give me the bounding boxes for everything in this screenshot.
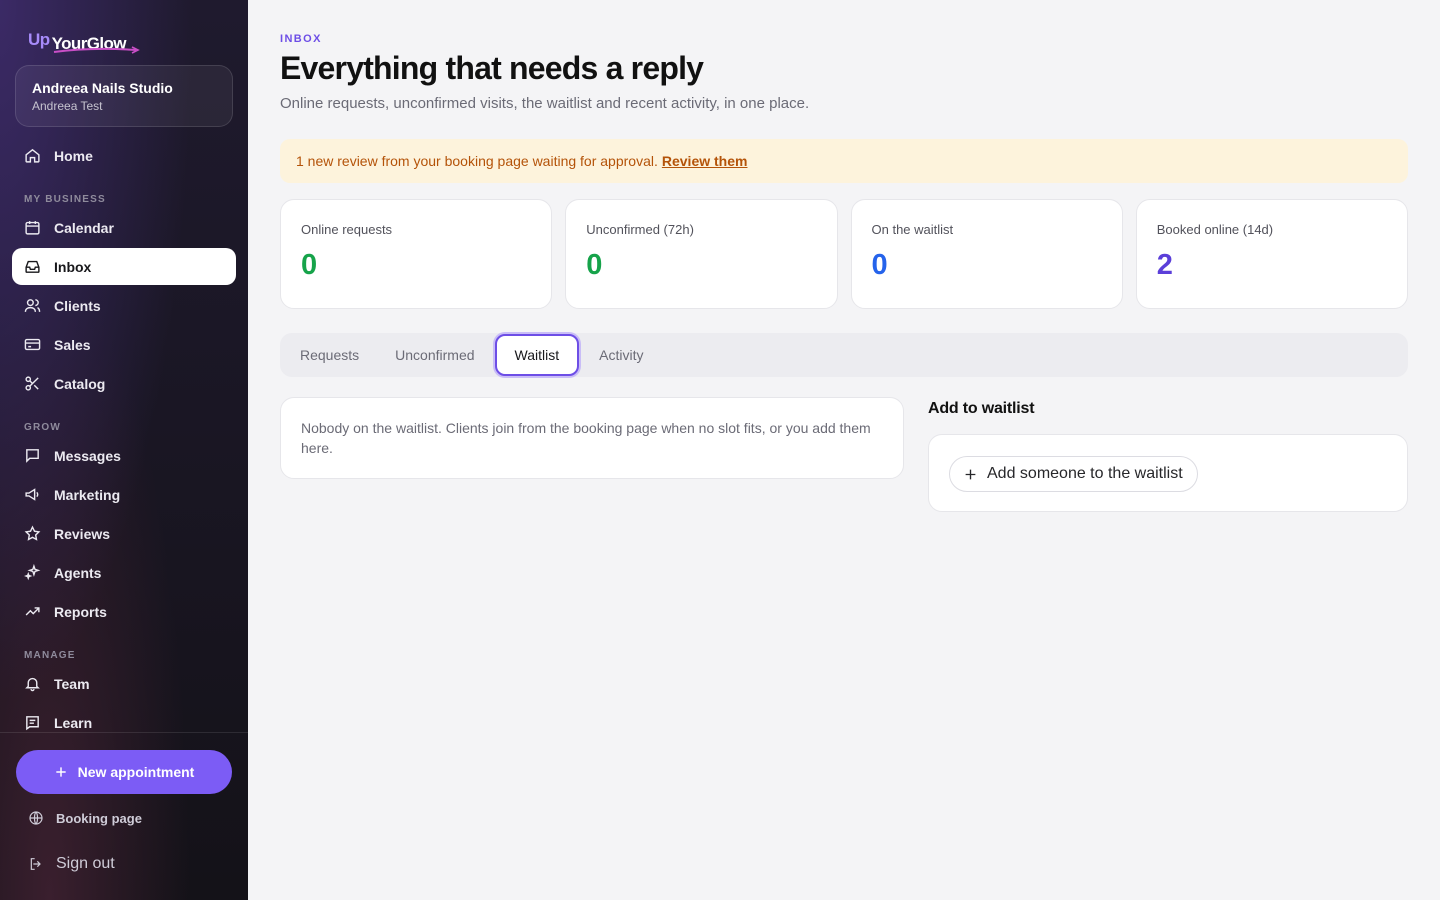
add-to-waitlist-card: Add someone to the waitlist (928, 434, 1408, 512)
sidebar-item-label: Team (54, 675, 90, 692)
logo-prefix: Up (28, 30, 50, 49)
sidebar-item-label: Catalog (54, 375, 106, 392)
scissors-icon (25, 376, 39, 391)
sidebar-item-inbox[interactable]: Inbox (12, 248, 236, 285)
section-label-manage: MANAGE (24, 650, 76, 661)
stat-value: 0 (871, 249, 888, 281)
home-icon (25, 148, 40, 163)
sign-out-label: Sign out (56, 855, 115, 872)
sidebar: Up YourGlow Andreea Nails Studio Andreea… (0, 0, 248, 900)
sidebar-item-label: Agents (54, 564, 102, 581)
sidebar-item-label: Messages (54, 447, 121, 464)
sidebar-item-calendar[interactable]: Calendar (12, 209, 236, 246)
sign-out-link[interactable]: Sign out (28, 855, 115, 873)
sidebar-item-label: Learn (54, 714, 93, 731)
sidebar-footer: New appointment Booking page Sign out (0, 732, 248, 900)
sidebar-item-marketing[interactable]: Marketing (12, 476, 236, 513)
plus-icon (965, 469, 976, 479)
megaphone-icon (25, 488, 39, 501)
stats-row: Online requests 0 Unconfirmed (72h) 0 On… (280, 199, 1408, 309)
book-icon (26, 716, 39, 731)
section-label-my-business: MY BUSINESS (24, 194, 106, 205)
sidebar-item-label: Clients (54, 297, 101, 314)
sidebar-nav: Home MY BUSINESS Calendar Inbox Clients … (12, 137, 236, 743)
review-them-link[interactable]: Review them (662, 153, 748, 169)
booking-page-label: Booking page (56, 810, 142, 826)
studio-switcher[interactable]: Andreea Nails Studio Andreea Test (15, 65, 233, 127)
booking-page-link[interactable]: Booking page (28, 810, 142, 826)
stat-value: 0 (301, 249, 318, 281)
sidebar-item-label: Reviews (54, 525, 111, 542)
studio-name: Andreea Nails Studio (32, 80, 173, 96)
sidebar-item-sales[interactable]: Sales (12, 326, 236, 363)
new-appointment-label: New appointment (77, 764, 195, 780)
stat-label: On the waitlist (871, 222, 954, 237)
plus-icon (55, 767, 66, 777)
inbox-tabs: Requests Unconfirmed Waitlist Activity (280, 333, 1408, 377)
page-title: Everything that needs a reply (280, 50, 704, 86)
trending-up-icon (25, 607, 40, 616)
studio-user: Andreea Test (32, 99, 103, 113)
stat-label: Unconfirmed (72h) (586, 222, 694, 237)
users-icon (24, 299, 41, 312)
sidebar-item-team[interactable]: Team (12, 665, 236, 702)
stat-card-unconfirmed: Unconfirmed (72h) 0 (565, 199, 838, 309)
stat-card-online-requests: Online requests 0 (280, 199, 553, 309)
stat-card-waitlist: On the waitlist 0 (850, 199, 1123, 309)
stat-card-booked-online: Booked online (14d) 2 (1135, 199, 1408, 309)
sidebar-item-messages[interactable]: Messages (12, 437, 236, 474)
sidebar-item-agents[interactable]: Agents (12, 554, 236, 591)
credit-card-icon (24, 338, 41, 351)
sidebar-item-reviews[interactable]: Reviews (12, 515, 236, 552)
main-content: INBOX Everything that needs a reply Onli… (248, 0, 1440, 900)
calendar-icon (25, 221, 40, 235)
sidebar-item-clients[interactable]: Clients (12, 287, 236, 324)
tab-requests[interactable]: Requests (284, 337, 375, 373)
page-subtitle: Online requests, unconfirmed visits, the… (280, 95, 810, 112)
section-label-grow: GROW (24, 422, 62, 433)
sidebar-item-label: Calendar (54, 219, 114, 236)
sidebar-item-reports[interactable]: Reports (12, 593, 236, 630)
stat-value: 0 (586, 249, 603, 281)
sidebar-item-home[interactable]: Home (12, 137, 236, 174)
message-icon (26, 449, 39, 463)
sidebar-item-label: Marketing (54, 486, 121, 503)
sidebar-item-label: Inbox (54, 258, 92, 275)
sidebar-item-label: Sales (54, 336, 91, 353)
add-to-waitlist-button[interactable]: Add someone to the waitlist (949, 456, 1198, 492)
banner-text: 1 new review from your booking page wait… (296, 153, 658, 169)
waitlist-empty-state: Nobody on the waitlist. Clients join fro… (280, 397, 904, 479)
logo[interactable]: Up YourGlow (28, 28, 140, 54)
empty-state-text: Nobody on the waitlist. Clients join fro… (301, 420, 871, 456)
logout-icon (30, 858, 41, 870)
tab-activity[interactable]: Activity (583, 337, 659, 373)
globe-icon (29, 811, 43, 825)
page-eyebrow: INBOX (280, 33, 322, 45)
stat-label: Booked online (14d) (1156, 222, 1274, 237)
add-to-waitlist-label: Add someone to the waitlist (987, 465, 1183, 482)
inbox-icon (25, 260, 40, 273)
review-approval-banner: 1 new review from your booking page wait… (280, 139, 1408, 183)
bell-icon (25, 677, 40, 692)
tab-waitlist[interactable]: Waitlist (494, 334, 580, 376)
sidebar-item-catalog[interactable]: Catalog (12, 365, 236, 402)
logo-swoosh-icon (53, 46, 140, 54)
star-icon (24, 525, 41, 541)
tab-unconfirmed[interactable]: Unconfirmed (379, 337, 490, 373)
stat-value: 2 (1156, 249, 1173, 281)
sidebar-item-label: Home (54, 147, 93, 164)
sidebar-item-label: Reports (54, 603, 107, 620)
new-appointment-button[interactable]: New appointment (16, 750, 232, 794)
add-to-waitlist-heading: Add to waitlist (928, 400, 1035, 417)
stat-label: Online requests (301, 222, 393, 237)
sparkles-icon (24, 564, 41, 581)
